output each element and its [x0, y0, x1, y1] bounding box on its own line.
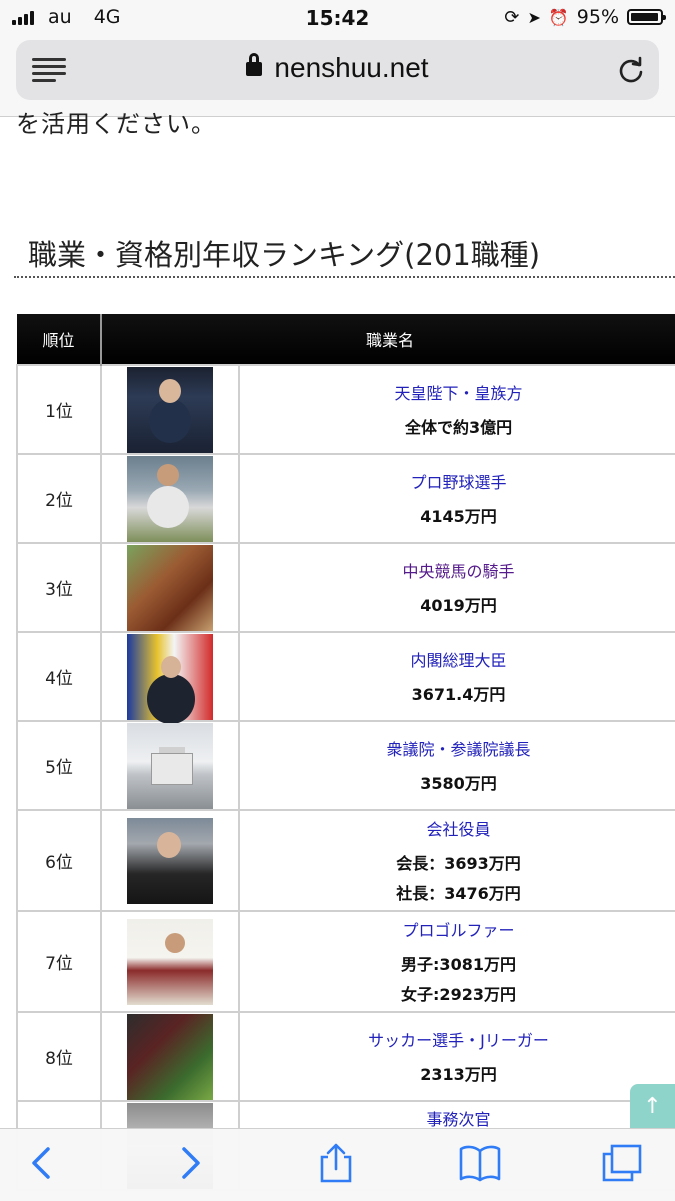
table-row: 7位 プロゴルファー 男子:3081万円 女子:2923万円: [16, 910, 675, 1013]
browser-toolbar: [0, 1128, 675, 1201]
status-bar: au 4G 15:42 ⟳ ➤ ⏰ 95%: [0, 0, 675, 36]
back-chevron-icon[interactable]: [22, 1143, 62, 1183]
title-divider: [14, 276, 675, 278]
rank-cell: 4位: [16, 631, 102, 722]
section-title: 職業・資格別年収ランキング(201職種): [28, 238, 541, 272]
table-row: 4位 内閣総理大臣 3671.4万円: [16, 631, 675, 722]
table-row: 6位 会社役員 会長：3693万円 社長：3476万円: [16, 809, 675, 912]
table-row: 2位 プロ野球選手 4145万円: [16, 453, 675, 544]
battery-percent: 95%: [576, 6, 619, 28]
salary-text: 男子:3081万円: [401, 954, 516, 974]
battery-icon: [627, 9, 666, 25]
salary-text: 4145万円: [420, 506, 497, 526]
job-link[interactable]: 天皇陛下・皇族方: [240, 380, 675, 404]
salary-text: 2313万円: [420, 1064, 497, 1084]
rank-cell: 7位: [16, 910, 102, 1013]
share-icon[interactable]: [316, 1143, 356, 1183]
forward-chevron-icon[interactable]: [170, 1143, 210, 1183]
job-link[interactable]: 内閣総理大臣: [240, 647, 675, 671]
rank-cell: 8位: [16, 1011, 102, 1102]
location-icon: ➤: [527, 7, 541, 27]
salary-text: 社長：3476万円: [396, 883, 521, 903]
job-photo: [127, 455, 213, 542]
table-row: 5位 衆議院・参議院議長 3580万円: [16, 720, 675, 811]
table-row: 8位 サッカー選手・Jリーガー 2313万円: [16, 1011, 675, 1102]
job-photo: [127, 1013, 213, 1100]
job-photo: [127, 722, 213, 809]
tabs-icon[interactable]: [600, 1143, 644, 1183]
rank-cell: 3位: [16, 542, 102, 633]
job-photo: [127, 544, 213, 631]
salary-text: 会長：3693万円: [396, 853, 521, 873]
job-link[interactable]: 中央競馬の騎手: [240, 558, 675, 582]
rank-cell: 5位: [16, 720, 102, 811]
job-photo: [127, 633, 213, 720]
job-link[interactable]: プロ野球選手: [240, 469, 675, 493]
orientation-lock-icon: ⟳: [504, 6, 520, 28]
scroll-to-top-button[interactable]: ↑: [630, 1084, 675, 1130]
address-bar[interactable]: nenshuu.net: [16, 40, 659, 100]
job-photo: [127, 817, 213, 904]
intro-text-fragment: を活用ください。: [16, 110, 216, 138]
ranking-table: 順位 職業名 1位 天皇陛下・皇族方 全体で約3億円 2位 プロ野球選手 414…: [16, 314, 675, 1191]
header-job: 職業名: [99, 314, 675, 365]
job-link[interactable]: 衆議院・参議院議長: [240, 736, 675, 760]
rank-cell: 2位: [16, 453, 102, 544]
salary-text: 4019万円: [420, 595, 497, 615]
salary-text: 全体で約3億円: [404, 417, 513, 437]
arrow-up-icon: ↑: [643, 1094, 662, 1119]
job-link[interactable]: サッカー選手・Jリーガー: [240, 1027, 675, 1051]
lock-icon: [246, 53, 263, 76]
header-rank: 順位: [17, 314, 101, 365]
url-text: nenshuu.net: [274, 52, 429, 83]
salary-text: 3580万円: [420, 773, 497, 793]
bookmarks-icon[interactable]: [458, 1143, 502, 1183]
rank-cell: 1位: [16, 364, 102, 455]
rank-cell: 6位: [16, 809, 102, 912]
alarm-icon: ⏰: [548, 7, 569, 27]
reload-icon[interactable]: [617, 56, 645, 84]
job-link[interactable]: プロゴルファー: [240, 917, 675, 941]
salary-text: 3671.4万円: [411, 684, 506, 704]
job-photo: [127, 918, 213, 1005]
table-row: 1位 天皇陛下・皇族方 全体で約3億円: [16, 364, 675, 455]
table-row: 3位 中央競馬の騎手 4019万円: [16, 542, 675, 633]
job-link[interactable]: 事務次官: [240, 1106, 675, 1130]
job-link[interactable]: 会社役員: [240, 816, 675, 840]
salary-text: 女子:2923万円: [401, 984, 516, 1004]
job-photo: [127, 366, 213, 453]
